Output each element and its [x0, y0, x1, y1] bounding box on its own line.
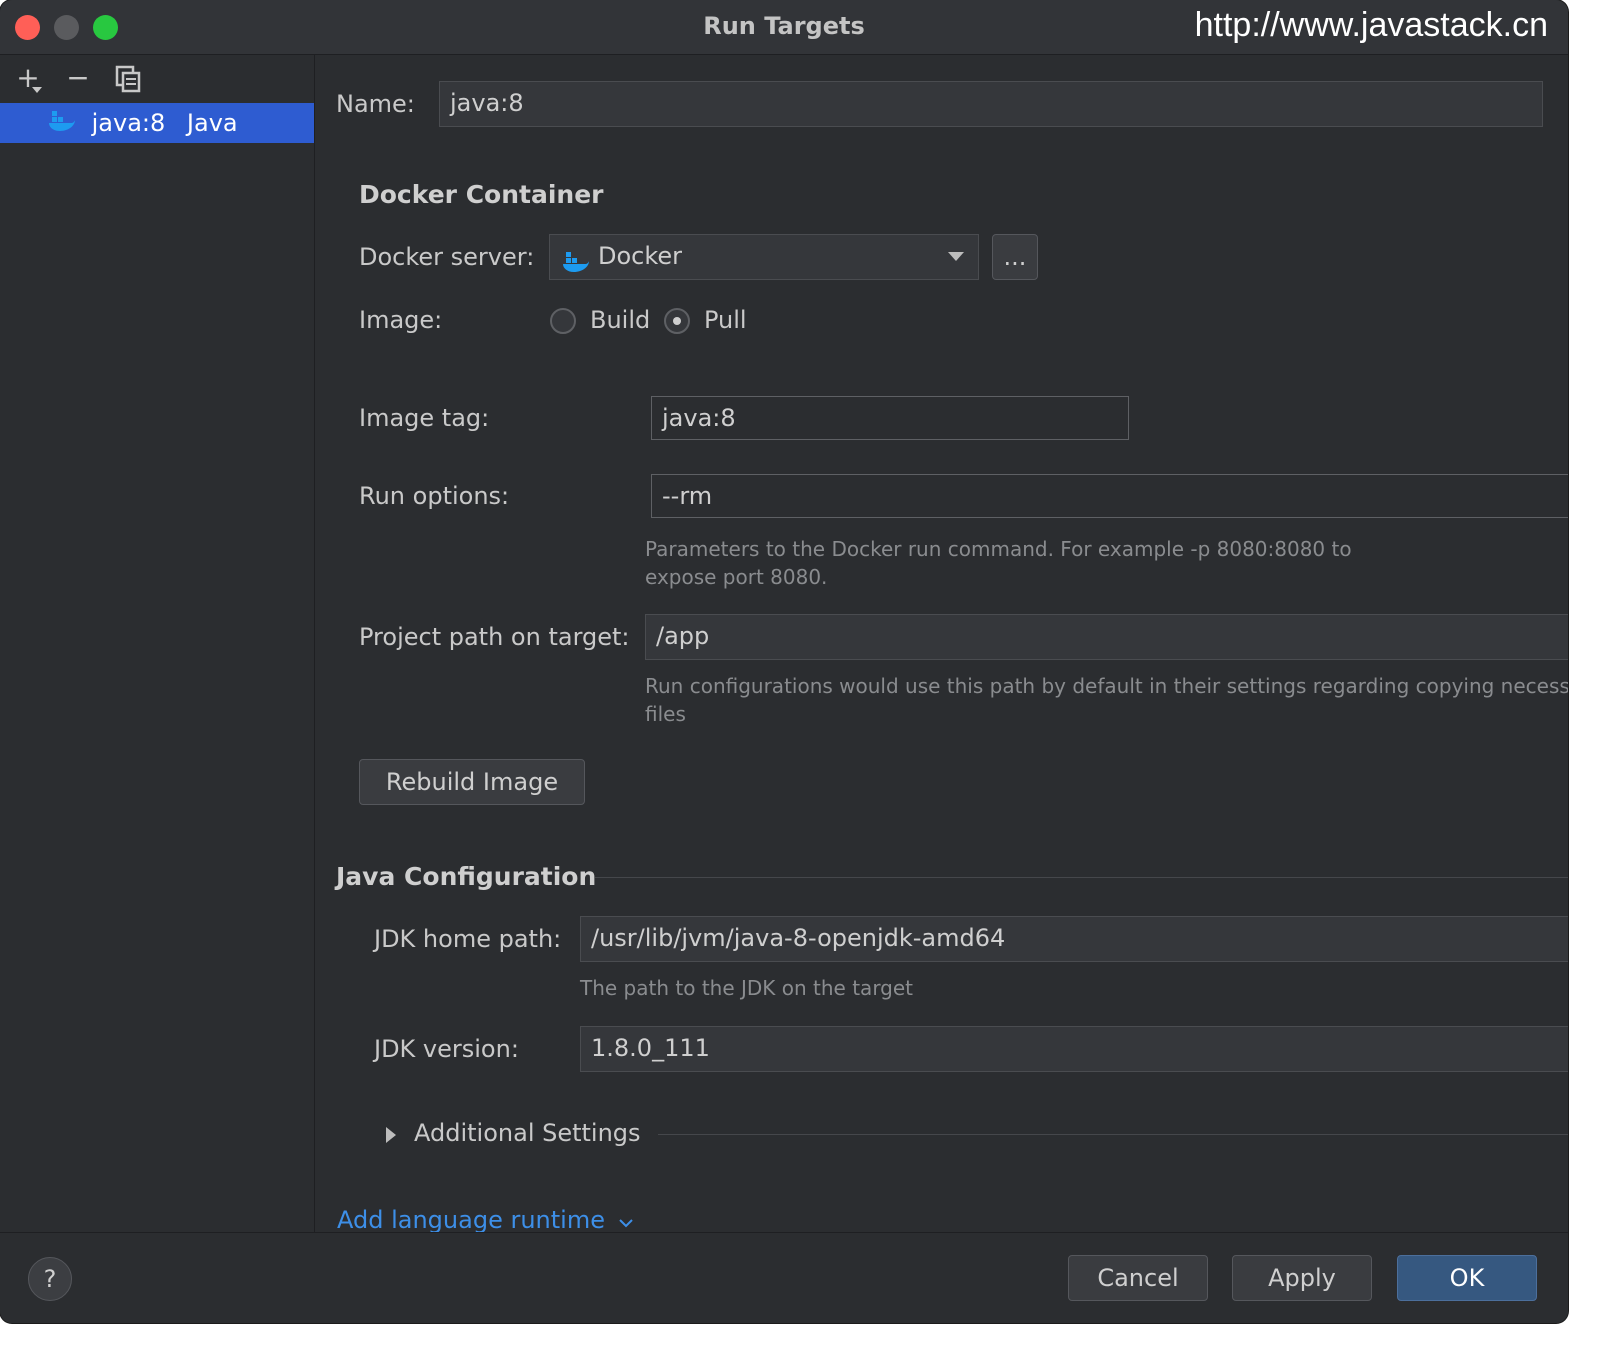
docker-server-label: Docker server: — [359, 243, 535, 271]
sidebar-item-java8[interactable]: java:8 Java — [0, 103, 314, 143]
add-target-button[interactable]: + — [10, 63, 46, 95]
project-path-field[interactable]: /app — [645, 614, 1568, 660]
jdk-home-hint: The path to the JDK on the target — [580, 976, 914, 1000]
sidebar-item-type: Java — [186, 109, 238, 137]
project-path-label: Project path on target: — [359, 623, 630, 651]
docker-icon — [48, 104, 76, 144]
docker-icon — [562, 244, 590, 279]
project-path-hint-line2: files — [645, 702, 686, 726]
pull-radio[interactable] — [664, 308, 690, 334]
browse-docker-server-button[interactable]: ... — [992, 234, 1038, 280]
section-divider — [595, 877, 1568, 878]
remove-target-button[interactable]: − — [60, 63, 96, 95]
run-options-label: Run options: — [359, 482, 510, 510]
build-radio-label[interactable]: Build — [590, 306, 650, 334]
add-language-runtime-label: Add language runtime — [337, 1206, 605, 1234]
docker-container-heading: Docker Container — [359, 180, 604, 209]
image-tag-label: Image tag: — [359, 404, 490, 432]
ok-button[interactable]: OK — [1397, 1255, 1537, 1301]
title-bar: Run Targets http://www.javastack.cn — [0, 0, 1568, 55]
chevron-down-icon — [618, 1219, 633, 1228]
run-options-hint-line1: Parameters to the Docker run command. Fo… — [645, 537, 1352, 561]
image-tag-field[interactable]: java:8 — [651, 396, 1129, 440]
pull-radio-label[interactable]: Pull — [704, 306, 747, 334]
build-radio[interactable] — [550, 308, 576, 334]
run-options-field[interactable]: --rm — [651, 474, 1568, 518]
run-targets-dialog: Run Targets http://www.javastack.cn + − — [0, 0, 1568, 1323]
name-field[interactable]: java:8 — [439, 81, 1543, 127]
sidebar-item-label: java:8 — [91, 109, 166, 137]
help-button[interactable]: ? — [28, 1257, 72, 1301]
chevron-right-icon — [386, 1127, 396, 1143]
additional-settings-divider — [658, 1134, 1568, 1135]
project-path-hint-line1: Run configurations would use this path b… — [645, 674, 1568, 698]
dropdown-small-icon — [32, 87, 42, 93]
jdk-home-label: JDK home path: — [374, 925, 562, 953]
additional-settings-toggle[interactable]: Additional Settings — [384, 1117, 654, 1153]
add-language-runtime-link[interactable]: Add language runtime — [337, 1206, 633, 1234]
run-options-hint-line2: expose port 8080. — [645, 565, 828, 589]
rebuild-image-button[interactable]: Rebuild Image — [359, 759, 585, 805]
jdk-home-field[interactable]: /usr/lib/jvm/java-8-openjdk-amd64 — [580, 916, 1568, 962]
chevron-down-icon — [948, 252, 964, 261]
dialog-footer: ? Cancel Apply OK — [0, 1232, 1568, 1323]
docker-server-select[interactable]: Docker — [549, 234, 979, 280]
minus-icon: − — [66, 61, 90, 94]
image-label: Image: — [359, 306, 443, 334]
targets-sidebar: + − java:8 Java — [0, 55, 315, 1232]
docker-server-value: Docker — [598, 242, 683, 270]
cancel-button[interactable]: Cancel — [1068, 1255, 1208, 1301]
target-settings-panel: Name: java:8 Docker Container Docker ser… — [316, 55, 1568, 1234]
jdk-version-label: JDK version: — [374, 1035, 519, 1063]
copy-icon — [115, 65, 141, 93]
additional-settings-label: Additional Settings — [414, 1119, 641, 1147]
java-configuration-heading: Java Configuration — [336, 862, 597, 891]
name-label: Name: — [336, 90, 415, 118]
watermark-url: http://www.javastack.cn — [1194, 6, 1548, 44]
copy-target-button[interactable] — [110, 63, 146, 95]
apply-button[interactable]: Apply — [1232, 1255, 1372, 1301]
jdk-version-field[interactable]: 1.8.0_111 — [580, 1026, 1568, 1072]
